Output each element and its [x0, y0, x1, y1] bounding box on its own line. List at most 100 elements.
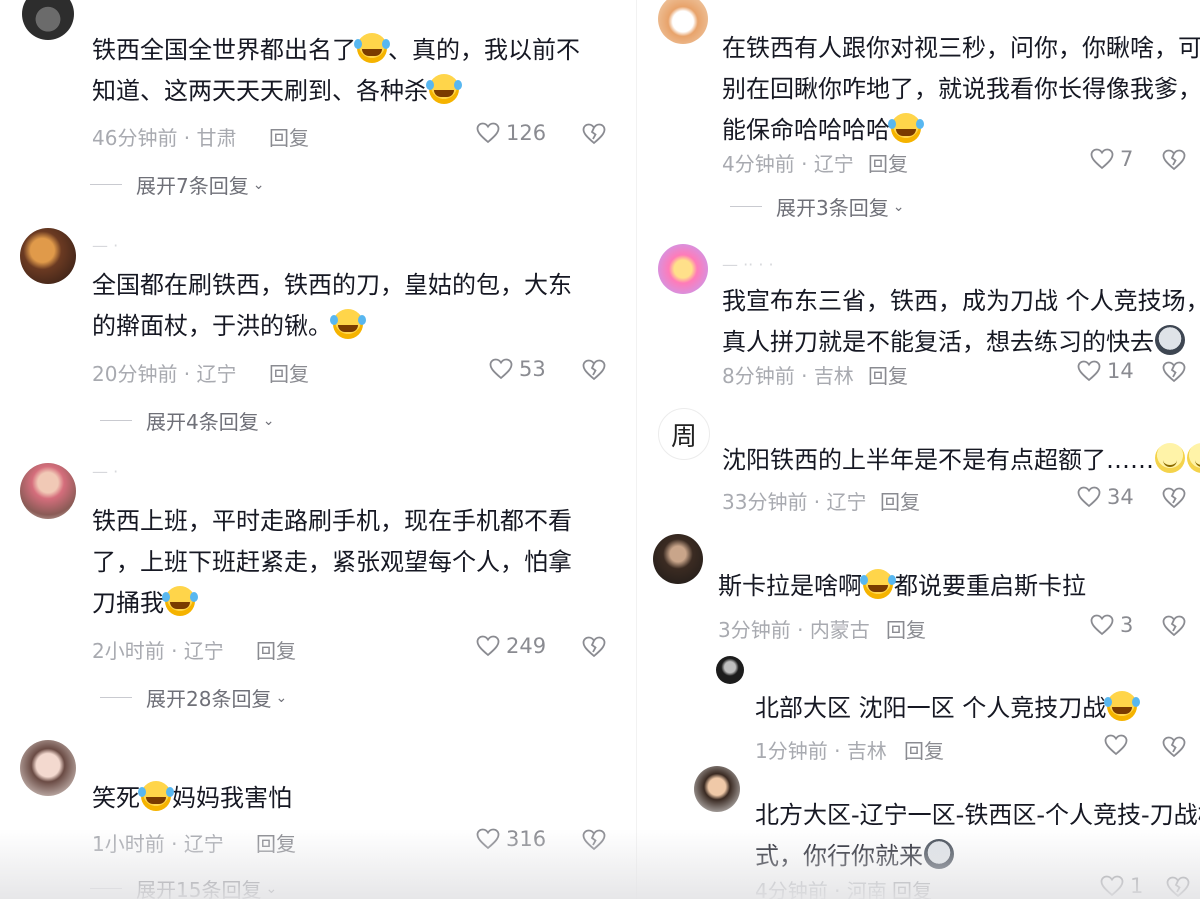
expand-replies-button[interactable]: 展开4条回复 ⌄ [100, 406, 274, 435]
reply-meta: 1分钟前 · 吉林 [755, 739, 887, 763]
reply-button[interactable]: 回复 [256, 828, 296, 857]
laugh-cry-emoji-icon [138, 781, 171, 811]
avatar-glyph: 周 [670, 421, 697, 452]
expand-replies-button[interactable]: 展开7条回复 ⌄ [90, 170, 264, 199]
heart-icon [1077, 486, 1101, 508]
like-count: 126 [506, 121, 547, 145]
laugh-cry-emoji-icon [888, 113, 921, 143]
avatar[interactable] [22, 0, 74, 40]
dislike-button[interactable] [1166, 876, 1190, 899]
comment-meta: 20分钟前 · 辽宁 [92, 362, 237, 386]
laugh-cry-emoji-icon [330, 309, 363, 339]
reply-button[interactable]: 回复 [269, 122, 309, 151]
like-button[interactable]: 14 [1077, 359, 1134, 383]
reply-button[interactable]: 回复 [868, 148, 908, 177]
avatar[interactable] [716, 656, 744, 684]
expand-line [90, 184, 122, 185]
broken-heart-icon [1162, 615, 1186, 637]
expand-replies-button[interactable]: 展开28条回复 ⌄ [100, 683, 287, 712]
comment-meta: 46分钟前 · 甘肃 [92, 126, 237, 150]
expand-line [100, 697, 132, 698]
comment-meta: 33分钟前 · 辽宁 [722, 490, 867, 514]
broken-heart-icon [582, 829, 606, 851]
broken-heart-icon [582, 636, 606, 658]
comment-text: 在铁西有人跟你对视三秒，问你，你瞅啥，可 别在回瞅你咋地了，就说我看你长得像我爹… [722, 34, 1200, 144]
avatar[interactable] [20, 740, 76, 796]
reply-button[interactable]: 回复 [886, 614, 926, 643]
comment-meta: 4分钟前 · 辽宁 [722, 152, 854, 176]
like-button[interactable]: 34 [1077, 485, 1134, 509]
like-button[interactable]: 249 [476, 634, 546, 658]
reply-button[interactable]: 回复 [256, 635, 296, 664]
expand-replies-button[interactable]: 展开3条回复 ⌄ [730, 192, 904, 221]
reply-button[interactable]: 回复 [904, 735, 944, 764]
comment-meta: 2小时前 · 辽宁 [92, 639, 224, 663]
comment-meta: 8分钟前 · 吉林 [722, 364, 854, 388]
heart-icon [1104, 734, 1128, 756]
reply-button[interactable]: 回复 [269, 358, 309, 387]
avatar[interactable] [653, 534, 703, 584]
username[interactable]: — · [92, 236, 118, 255]
like-button[interactable]: 7 [1090, 147, 1133, 171]
like-button[interactable]: 3 [1090, 613, 1133, 637]
dislike-button[interactable] [582, 359, 606, 385]
heart-icon [1077, 360, 1101, 382]
husky-emoji-icon [1155, 325, 1185, 355]
avatar[interactable]: 周 [658, 408, 710, 460]
reply-text: 北部大区 沈阳一区 个人竞技刀战 [755, 688, 1138, 729]
smile-emoji-icon [1155, 443, 1185, 473]
comment-text: 斯卡拉是啥啊 都说要重启斯卡拉 [718, 566, 1086, 607]
like-count: 34 [1107, 485, 1134, 509]
dislike-button[interactable] [1162, 149, 1186, 175]
like-count: 249 [506, 634, 547, 658]
chevron-down-icon: ⌄ [892, 198, 905, 215]
reply-button[interactable]: 回复 [880, 486, 920, 515]
dislike-button[interactable] [582, 636, 606, 662]
dislike-button[interactable] [1162, 615, 1186, 641]
avatar[interactable] [658, 244, 708, 294]
broken-heart-icon [1162, 487, 1186, 509]
broken-heart-icon [1162, 736, 1186, 758]
expand-line [730, 206, 762, 207]
reply-button[interactable]: 回复 [892, 875, 932, 899]
like-count: 7 [1120, 147, 1134, 171]
avatar[interactable] [694, 766, 740, 812]
avatar[interactable] [20, 463, 76, 519]
reply-meta: 4分钟前 · 河南 [755, 879, 887, 899]
dislike-button[interactable] [1162, 736, 1186, 762]
comment-text: 铁西上班，平时走路刷手机，现在手机都不看 了，上班下班赶紧走，紧张观望每个人，怕… [92, 507, 572, 617]
like-button[interactable]: 53 [489, 357, 546, 381]
expand-line [90, 888, 122, 889]
username[interactable]: — · [92, 462, 118, 481]
avatar[interactable] [20, 228, 76, 284]
like-count: 53 [519, 357, 546, 381]
broken-heart-icon [582, 359, 606, 381]
like-button[interactable]: 126 [476, 121, 546, 145]
husky-emoji-icon [924, 839, 954, 869]
like-button[interactable]: 316 [476, 827, 546, 851]
chevron-down-icon: ⌄ [252, 176, 265, 193]
expand-replies-button[interactable]: 展开15条回复 ⌄ [90, 874, 277, 899]
like-button[interactable]: 1 [1100, 874, 1143, 898]
dislike-button[interactable] [582, 123, 606, 149]
dislike-button[interactable] [1162, 361, 1186, 387]
like-count: 3 [1120, 613, 1134, 637]
reply-text: 北方大区-辽宁一区-铁西区-个人竞技-刀战模 式，你行你就来 [755, 801, 1200, 870]
column-divider [636, 0, 637, 899]
broken-heart-icon [1162, 149, 1186, 171]
laugh-cry-emoji-icon [354, 33, 387, 63]
comment-text: 全国都在刷铁西，铁西的刀，皇姑的包，大东 的擀面杖，于洪的锹。 [92, 271, 572, 340]
smile-emoji-icon [1187, 443, 1200, 473]
heart-icon [476, 122, 500, 144]
dislike-button[interactable] [582, 829, 606, 855]
chevron-down-icon: ⌄ [262, 412, 275, 429]
username[interactable]: — ·· · · [722, 255, 774, 274]
like-count: 316 [506, 827, 547, 851]
heart-icon [476, 635, 500, 657]
comment-text: 笑死 妈妈我害怕 [92, 778, 292, 819]
reply-button[interactable]: 回复 [868, 360, 908, 389]
like-button[interactable] [1104, 734, 1134, 756]
avatar[interactable] [658, 0, 708, 44]
laugh-cry-emoji-icon [426, 74, 459, 104]
dislike-button[interactable] [1162, 487, 1186, 513]
